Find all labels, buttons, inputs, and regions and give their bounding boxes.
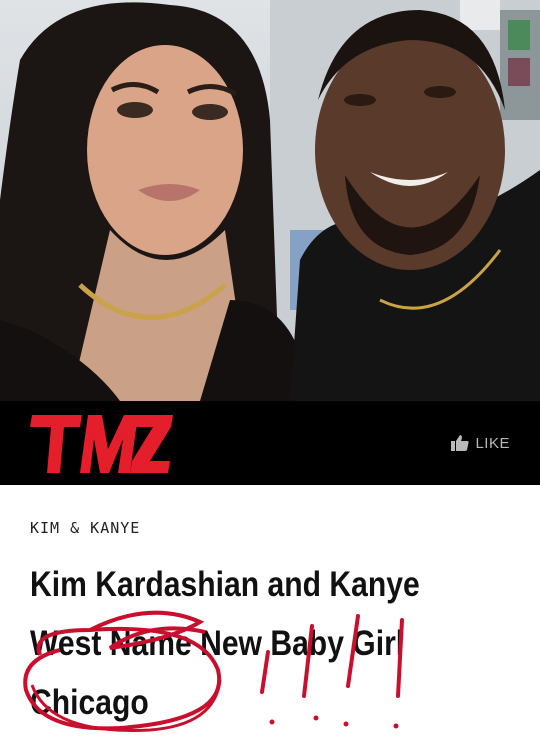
like-label: LIKE xyxy=(475,434,510,452)
headline-line-3: Chicago xyxy=(30,683,149,722)
tmz-logo-mark xyxy=(30,415,173,473)
tmz-header-bar: LIKE xyxy=(0,401,540,485)
article-category[interactable]: KIM & KANYE xyxy=(30,519,140,537)
thumbs-up-icon xyxy=(451,435,470,451)
like-button[interactable]: LIKE xyxy=(451,433,510,453)
article-headline[interactable]: Kim Kardashian and Kanye West Name New B… xyxy=(30,555,434,732)
hero-photo-illustration xyxy=(0,0,540,401)
hero-photo[interactable] xyxy=(0,0,540,401)
headline-line-1: Kim Kardashian and Kanye xyxy=(30,565,420,604)
headline-line-2: West Name New Baby Girl xyxy=(30,624,405,663)
tmz-logo[interactable] xyxy=(30,413,175,480)
article-preview[interactable]: KIM & KANYE Kim Kardashian and Kanye Wes… xyxy=(30,485,510,738)
